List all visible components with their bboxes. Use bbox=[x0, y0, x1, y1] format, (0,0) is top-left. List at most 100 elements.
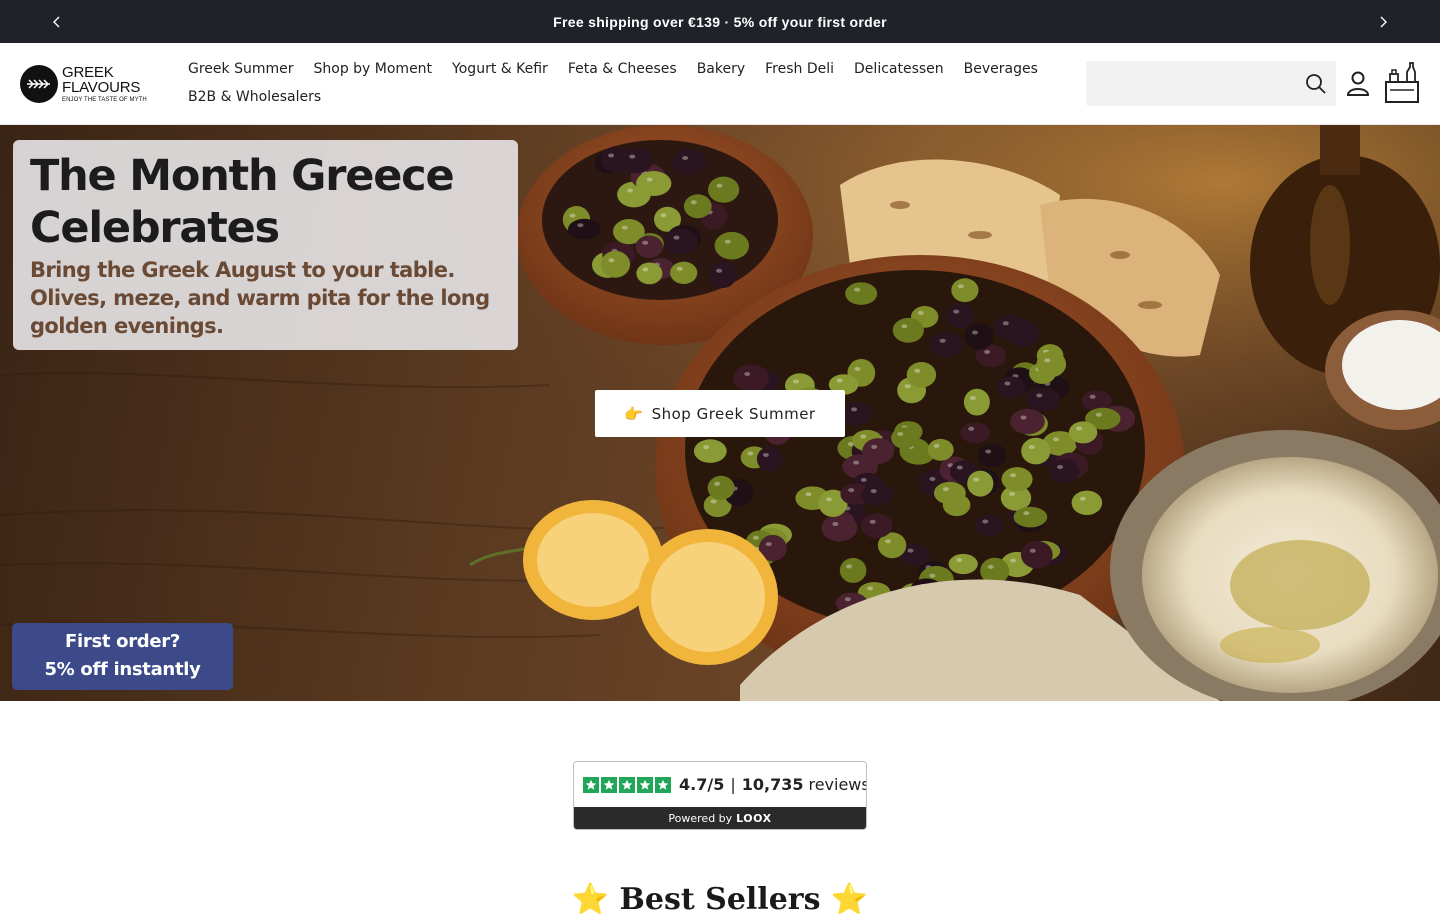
olive bbox=[964, 323, 994, 350]
olive bbox=[821, 514, 858, 542]
nav-item-shop-by-moment[interactable]: Shop by Moment bbox=[304, 55, 443, 83]
olive-highlight bbox=[747, 451, 754, 456]
site-logo[interactable]: GREEK FLAVOURS ENJOY THE TASTE OF MYTH bbox=[20, 63, 155, 105]
loox-logo: LOOX bbox=[736, 812, 772, 825]
olive bbox=[930, 331, 964, 358]
account-icon[interactable] bbox=[1346, 71, 1370, 97]
olive bbox=[683, 194, 712, 219]
olive-highlight bbox=[1010, 558, 1017, 563]
star-icon bbox=[583, 776, 599, 793]
olive-highlight bbox=[1076, 426, 1083, 431]
promo-line-1: First order? bbox=[65, 631, 180, 652]
olive-highlight bbox=[673, 235, 680, 240]
nav-item-fresh-deli[interactable]: Fresh Deli bbox=[755, 55, 844, 83]
olive-highlight bbox=[971, 330, 978, 335]
olive-highlight bbox=[1079, 496, 1086, 501]
olive-highlight bbox=[885, 539, 892, 544]
star-icon bbox=[655, 776, 671, 793]
olive-highlight bbox=[744, 372, 751, 376]
olive bbox=[707, 475, 735, 500]
announcement-next-button[interactable] bbox=[1363, 0, 1403, 43]
nav-item-beverages[interactable]: Beverages bbox=[954, 55, 1048, 83]
olive bbox=[839, 557, 867, 583]
announcement-bar: Free shipping over €139 · 5% off your fi… bbox=[0, 0, 1440, 43]
first-order-promo-badge[interactable]: First order? 5% off instantly bbox=[12, 623, 233, 690]
olive-highlight bbox=[969, 396, 976, 401]
olive-highlight bbox=[929, 477, 936, 481]
olive bbox=[636, 262, 663, 285]
olive-highlight bbox=[1004, 381, 1011, 386]
logo-line-1: GREEK bbox=[62, 64, 114, 81]
olive-highlight bbox=[956, 558, 963, 562]
olive-highlight bbox=[714, 481, 721, 486]
olive bbox=[951, 278, 979, 303]
olive-highlight bbox=[577, 223, 584, 228]
olive-highlight bbox=[914, 368, 921, 373]
olive bbox=[967, 470, 994, 497]
olive-highlight bbox=[1095, 412, 1102, 417]
olive-highlight bbox=[1036, 393, 1043, 398]
nav-item-feta-cheeses[interactable]: Feta & Cheeses bbox=[558, 55, 687, 83]
olive-highlight bbox=[987, 564, 994, 569]
olive-highlight bbox=[939, 338, 946, 343]
olive bbox=[1013, 506, 1048, 528]
olive bbox=[997, 376, 1026, 399]
loox-reviews-widget[interactable]: 4.7/5 | 10,735 reviews Powered by LOOX bbox=[573, 761, 867, 830]
olive-highlight bbox=[870, 489, 877, 494]
olive-highlight bbox=[1009, 492, 1015, 496]
olive-highlight bbox=[982, 519, 989, 524]
olive-highlight bbox=[608, 258, 615, 263]
olive-highlight bbox=[1023, 511, 1030, 516]
olive-highlight bbox=[1053, 437, 1059, 442]
logo-wordmark: GREEK FLAVOURS ENJOY THE TASTE OF MYTH bbox=[62, 65, 147, 103]
olive-highlight bbox=[660, 213, 667, 218]
olive-highlight bbox=[710, 499, 717, 504]
olive bbox=[714, 231, 749, 260]
olive bbox=[1048, 458, 1080, 484]
olive-highlight bbox=[569, 213, 576, 218]
olive-highlight bbox=[646, 177, 653, 182]
announcement-prev-button[interactable] bbox=[37, 0, 77, 43]
olive-highlight bbox=[973, 477, 980, 482]
olive bbox=[1071, 490, 1103, 515]
main-nav: Greek Summer Shop by Moment Yogurt & Kef… bbox=[178, 55, 1068, 111]
nav-item-yogurt-kefir[interactable]: Yogurt & Kefir bbox=[442, 55, 558, 83]
olive bbox=[927, 438, 954, 461]
olive-highlight bbox=[724, 239, 731, 244]
olive-highlight bbox=[853, 460, 860, 465]
olive-highlight bbox=[1044, 358, 1051, 363]
announcement-text: Free shipping over €139 · 5% off your fi… bbox=[553, 13, 887, 30]
hero-title: The Month Greece Celebrates bbox=[30, 151, 455, 253]
olive-highlight bbox=[1057, 465, 1064, 469]
olive-highlight bbox=[826, 497, 832, 502]
olive-highlight bbox=[957, 284, 964, 289]
review-count: 10,735 bbox=[741, 775, 804, 794]
olive-highlight bbox=[627, 188, 633, 193]
olive-highlight bbox=[1028, 445, 1035, 450]
olive bbox=[619, 147, 653, 174]
olive-highlight bbox=[942, 487, 949, 492]
shop-greek-summer-button[interactable]: 👉 Shop Greek Summer bbox=[595, 390, 845, 437]
logo-line-2: FLAVOURS bbox=[62, 79, 141, 96]
olive-highlight bbox=[762, 453, 769, 457]
nav-item-greek-summer[interactable]: Greek Summer bbox=[178, 55, 304, 83]
nav-item-b2b-wholesalers[interactable]: B2B & Wholesalers bbox=[178, 83, 331, 111]
olive-highlight bbox=[621, 225, 628, 230]
olive-highlight bbox=[805, 492, 812, 497]
olive-highlight bbox=[860, 477, 867, 482]
nav-item-bakery[interactable]: Bakery bbox=[687, 55, 755, 83]
cart-icon[interactable] bbox=[1384, 62, 1420, 104]
olive bbox=[733, 364, 769, 392]
olive-highlight bbox=[1002, 321, 1009, 326]
olive bbox=[636, 171, 672, 196]
olive bbox=[906, 362, 937, 388]
search-icon[interactable] bbox=[1305, 73, 1327, 95]
search-input[interactable] bbox=[1086, 61, 1296, 106]
olive bbox=[1026, 387, 1061, 412]
olive-highlight bbox=[1089, 394, 1096, 399]
nav-item-delicatessen[interactable]: Delicatessen bbox=[844, 55, 954, 83]
olive-highlight bbox=[716, 183, 723, 188]
olive bbox=[693, 439, 727, 463]
olive-highlight bbox=[956, 465, 963, 470]
olive bbox=[977, 443, 1007, 468]
